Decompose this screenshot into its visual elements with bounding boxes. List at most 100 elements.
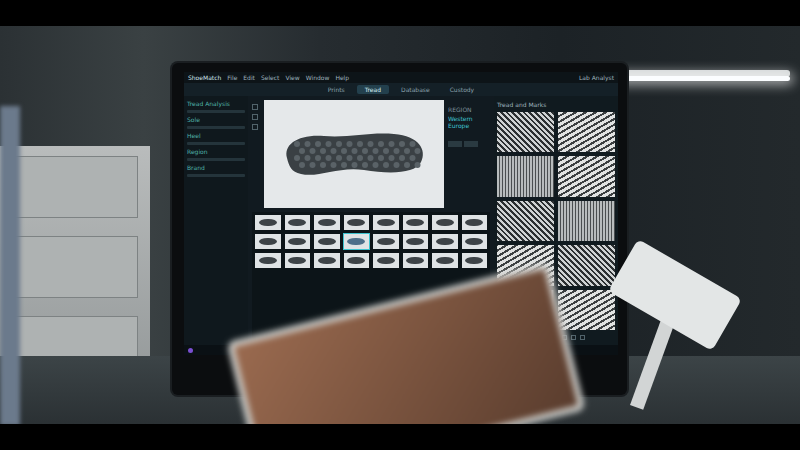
shoe-sole-icon (259, 238, 277, 246)
result-thumbnail[interactable] (462, 253, 488, 268)
menu-item[interactable]: Window (306, 74, 330, 81)
result-thumbnail[interactable] (344, 234, 370, 249)
user-avatar-icon (188, 348, 193, 353)
texture-tile[interactable] (497, 156, 554, 196)
letterbox-top (0, 0, 800, 26)
result-thumbnail[interactable] (344, 253, 370, 268)
texture-tile[interactable] (558, 201, 615, 241)
result-thumbnail[interactable] (462, 234, 488, 249)
shoe-sole-icon (377, 257, 395, 265)
result-thumbnail[interactable] (255, 253, 281, 268)
sidebar-line (187, 174, 245, 177)
menu-bar: ShoeMatch File Edit Select View Window Help Lab… (184, 72, 618, 83)
shoe-sole-icon (318, 257, 336, 265)
shoe-sole-icon (318, 238, 336, 246)
shoe-sole-icon (436, 257, 454, 265)
sidebar-line (187, 110, 245, 113)
tab[interactable]: Tread (357, 85, 389, 94)
shoe-sole-icon (465, 238, 483, 246)
result-thumbnail[interactable] (432, 234, 458, 249)
result-thumbnail[interactable] (314, 234, 340, 249)
result-thumbnail[interactable] (373, 253, 399, 268)
result-thumbnail[interactable] (373, 215, 399, 230)
shoe-sole-icon (288, 219, 306, 227)
shoe-sole-icon (406, 238, 424, 246)
sidebar-line (187, 142, 245, 145)
result-thumbnail[interactable] (403, 253, 429, 268)
panel-title: Tread and Marks (497, 101, 546, 108)
shoe-sole-icon (318, 219, 336, 227)
menu-item[interactable]: File (227, 74, 237, 81)
measure-icon[interactable] (252, 124, 258, 130)
texture-tile[interactable] (497, 201, 554, 241)
person (0, 106, 20, 424)
result-thumbnail[interactable] (285, 253, 311, 268)
shoe-sole-icon (347, 238, 365, 246)
info-panel: REGION Western Europe (448, 100, 490, 208)
shoe-sole-icon (436, 219, 454, 227)
region-label: REGION (448, 106, 490, 113)
sole-image (264, 100, 444, 208)
sidebar-item[interactable]: Sole (187, 116, 245, 123)
tool-icon[interactable] (571, 335, 576, 340)
result-thumbnail[interactable] (255, 215, 281, 230)
shoe-sole-icon (465, 219, 483, 227)
result-thumbnail[interactable] (432, 253, 458, 268)
tab[interactable]: Custody (442, 85, 483, 94)
shoe-sole-icon (377, 238, 395, 246)
sidebar-item[interactable]: Brand (187, 164, 245, 171)
shoe-sole-icon (406, 219, 424, 227)
result-thumbnail[interactable] (344, 215, 370, 230)
zoom-icon[interactable] (252, 104, 258, 110)
menu-item[interactable]: View (285, 74, 299, 81)
tool-icon[interactable] (580, 335, 585, 340)
result-thumbnail[interactable] (403, 234, 429, 249)
thumbnail-grid (255, 215, 487, 268)
result-thumbnail[interactable] (314, 253, 340, 268)
texture-tile[interactable] (558, 245, 615, 285)
shoe-sole-icon (259, 257, 277, 265)
result-thumbnail[interactable] (462, 215, 488, 230)
shoe-sole-icon (288, 257, 306, 265)
user-name: Lab Analyst (579, 74, 614, 81)
next-button[interactable] (464, 141, 478, 147)
shoe-sole-icon (406, 257, 424, 265)
texture-tile[interactable] (558, 112, 615, 152)
result-thumbnail[interactable] (285, 234, 311, 249)
sidebar-item[interactable]: Region (187, 148, 245, 155)
sidebar-item[interactable]: Heel (187, 132, 245, 139)
result-thumbnail[interactable] (373, 234, 399, 249)
prev-button[interactable] (448, 141, 462, 147)
letterbox-bottom (0, 424, 800, 450)
sidebar-item[interactable]: Tread Analysis (187, 100, 245, 107)
shoe-sole-icon (436, 238, 454, 246)
pan-icon[interactable] (252, 114, 258, 120)
result-thumbnail[interactable] (432, 215, 458, 230)
result-thumbnail[interactable] (314, 215, 340, 230)
sidebar-line (187, 158, 245, 161)
app-name: ShoeMatch (188, 74, 221, 81)
tab-bar: Prints Tread Database Custody (184, 83, 618, 96)
shoe-sole-icon (347, 257, 365, 265)
sidebar-line (187, 126, 245, 129)
shoe-sole-icon (279, 124, 429, 184)
menu-item[interactable]: Edit (243, 74, 255, 81)
tab[interactable]: Database (393, 85, 438, 94)
texture-tile[interactable] (497, 112, 554, 152)
shoe-sole-icon (465, 257, 483, 265)
tab[interactable]: Prints (320, 85, 353, 94)
toolbar (252, 100, 260, 208)
shoe-sole-icon (288, 238, 306, 246)
shoe-sole-icon (259, 219, 277, 227)
shoe-sole-icon (347, 219, 365, 227)
result-thumbnail[interactable] (255, 234, 281, 249)
menu-item[interactable]: Select (261, 74, 280, 81)
texture-tile[interactable] (558, 290, 615, 330)
scene: ShoeMatch File Edit Select View Window Help Lab… (0, 0, 800, 450)
region-value: Western Europe (448, 115, 490, 129)
result-thumbnail[interactable] (403, 215, 429, 230)
texture-tile[interactable] (558, 156, 615, 196)
shoe-sole-icon (377, 219, 395, 227)
result-thumbnail[interactable] (285, 215, 311, 230)
menu-item[interactable]: Help (335, 74, 349, 81)
